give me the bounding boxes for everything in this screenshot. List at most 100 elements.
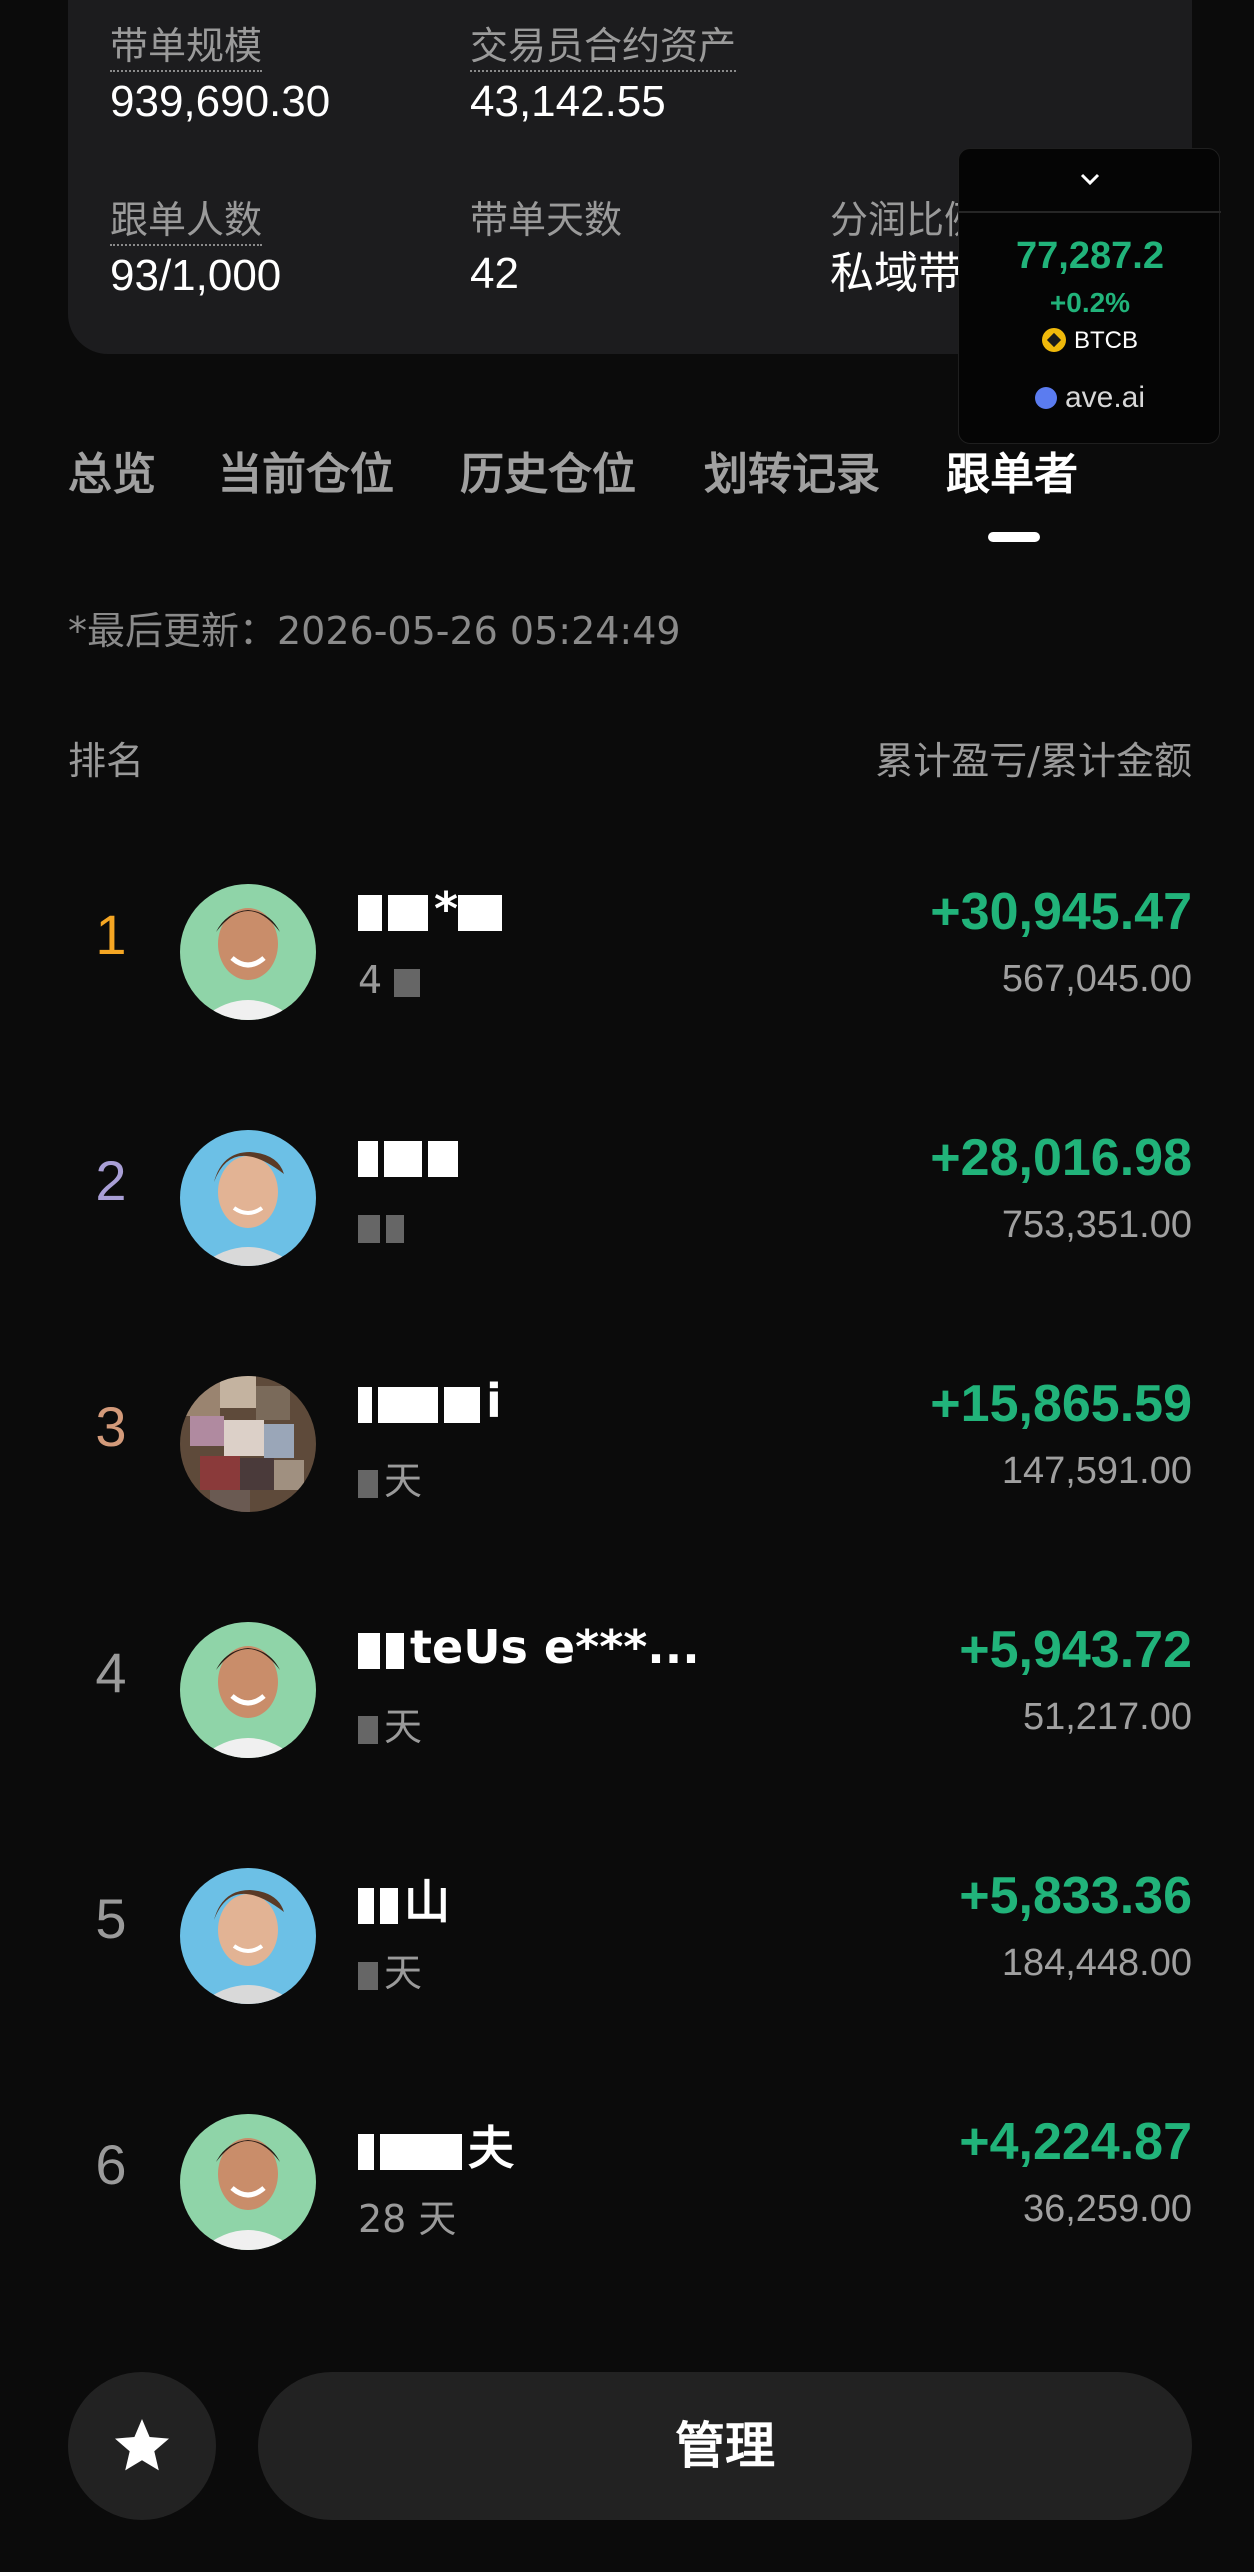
tab-overview[interactable]: 总览 [68,440,156,510]
cumulative-pnl: +30,945.47 [930,883,1192,941]
redaction-mask [358,894,382,931]
follower-days-text: 天 [384,1705,423,1749]
ticker-symbol: BTCB [959,327,1221,355]
rank-number: 1 [95,903,127,966]
cumulative-pnl: +4,224.87 [959,2113,1192,2171]
ticker-source-text: ave.ai [1064,381,1146,414]
avatar [180,884,316,1020]
star-icon [115,2419,169,2471]
chevron-down-icon [1080,173,1100,186]
redaction-mask [358,1887,374,1924]
redaction-mask [428,1140,458,1177]
ticker-symbol-text: BTCB [1073,327,1138,354]
stat-followers: 跟单人数 93/1,000 [110,196,281,304]
trader-assets-label[interactable]: 交易员合约资产 [470,22,737,72]
avatar [180,2114,316,2250]
days-value: 42 [470,249,519,298]
follower-days-text: 4 [358,958,383,1002]
ticker-price: 77,287.2 [1016,235,1164,277]
cumulative-pnl: +28,016.98 [930,1129,1192,1187]
last-updated-text: *最后更新：2026-05-26 05:24:49 [68,609,681,653]
follower-row[interactable]: 3 i 天 +15,865.59 147,591.00 [68,1334,1192,1534]
cumulative-pnl: +5,833.36 [959,1867,1192,1925]
avatar [180,1622,316,1758]
followers-label[interactable]: 跟单人数 [110,196,263,246]
cumulative-amount: 147,591.00 [1001,1450,1192,1492]
rank-number: 6 [95,2133,127,2196]
redaction-mask [386,1214,404,1243]
trader-assets-value: 43,142.55 [470,77,666,126]
follower-days: 天 [358,1450,422,1505]
redaction-mask [384,1140,422,1177]
rank-number: 5 [95,1887,127,1950]
list-header: 排名 累计盈亏/累计金额 [68,730,1192,786]
rank-number: 2 [95,1149,127,1212]
ticker-source[interactable]: ave.ai [959,381,1221,415]
redaction-mask [444,1386,480,1423]
follower-name-text: 夫 [468,2121,514,2175]
follower-row[interactable]: 6 夫 28 天 +4,224.87 36,259.00 [68,2072,1192,2272]
redaction-mask [394,968,421,997]
manage-button[interactable]: 管理 [258,2372,1192,2520]
follower-days: 28 天 [358,2197,457,2241]
redaction-mask [388,894,428,931]
avatar [180,1376,316,1512]
redaction-mask [378,1386,438,1423]
cumulative-amount: 51,217.00 [1022,1696,1192,1738]
redaction-mask [358,1632,380,1669]
redaction-mask [358,1140,378,1177]
follower-name: 夫 [358,2112,514,2178]
redaction-mask [380,2133,462,2170]
cumulative-amount: 36,259.00 [1022,2188,1192,2230]
redaction-mask [358,2133,374,2170]
follower-name: teUs e***... [358,1620,700,1674]
ave-logo-icon [1034,387,1057,409]
follower-row[interactable]: 4 teUs e***... 天 +5,943.72 51,217.00 [68,1580,1192,1780]
rank-number: 4 [95,1641,127,1704]
ticker-collapse-toggle[interactable] [959,149,1221,213]
follower-days: 天 [358,1942,422,1997]
redaction-mask [380,1887,398,1924]
follower-row[interactable]: 1 * 4 +30,945.47 567,045.00 [68,842,1192,1042]
stat-copy-scale: 带单规模 939,690.30 [110,22,330,130]
follower-days-text: 天 [384,1459,423,1503]
follower-name: 山 [358,1866,450,1932]
tab-history-positions[interactable]: 历史仓位 [460,440,636,510]
avatar [180,1130,316,1266]
follower-name-text: 山 [404,1875,450,1929]
avatar [180,1868,316,2004]
cumulative-amount: 184,448.00 [1001,1942,1192,1984]
cumulative-amount: 567,045.00 [1001,958,1192,1000]
days-label: 带单天数 [470,198,623,242]
followers-value: 93/1,000 [110,251,282,300]
price-ticker-widget[interactable]: 77,287.2 +0.2% BTCB ave.ai [958,148,1221,444]
tab-current-positions[interactable]: 当前仓位 [218,440,394,510]
tab-followers[interactable]: 跟单者 [946,440,1078,510]
redaction-mask [358,1214,380,1243]
cumulative-pnl: +5,943.72 [959,1621,1192,1679]
follower-row[interactable]: 2 +28,016.98 753,351.00 [68,1088,1192,1288]
redaction-mask [386,1632,404,1669]
ticker-change: +0.2% [1049,287,1131,318]
copy-scale-value: 939,690.30 [110,77,331,126]
follower-name-text: i [486,1374,502,1428]
tab-transfer-records[interactable]: 划转记录 [704,440,880,510]
follower-name [358,1128,464,1182]
tab-bar: 总览 当前仓位 历史仓位 划转记录 跟单者 [68,440,1192,542]
follower-row[interactable]: 5 山 天 +5,833.36 184,448.00 [68,1826,1192,2026]
follower-days [358,1204,410,1248]
favorite-button[interactable] [68,2372,216,2520]
active-tab-indicator [988,532,1040,542]
copy-trading-page: 带单规模 939,690.30 交易员合约资产 43,142.55 跟单人数 9… [0,0,1254,2572]
follower-name: * [358,882,508,936]
stat-days: 带单天数 42 [470,196,622,302]
stat-trader-assets: 交易员合约资产 43,142.55 [470,22,737,130]
copy-scale-label[interactable]: 带单规模 [110,22,263,72]
follower-name-text: teUs e***... [410,1620,700,1674]
pnl-column-header: 累计盈亏/累计金额 [875,739,1192,783]
redaction-mask [358,1961,378,1990]
redaction-mask [358,1715,378,1744]
rank-column-header: 排名 [68,739,145,783]
rank-number: 3 [95,1395,127,1458]
follower-days: 4 [358,958,426,1002]
